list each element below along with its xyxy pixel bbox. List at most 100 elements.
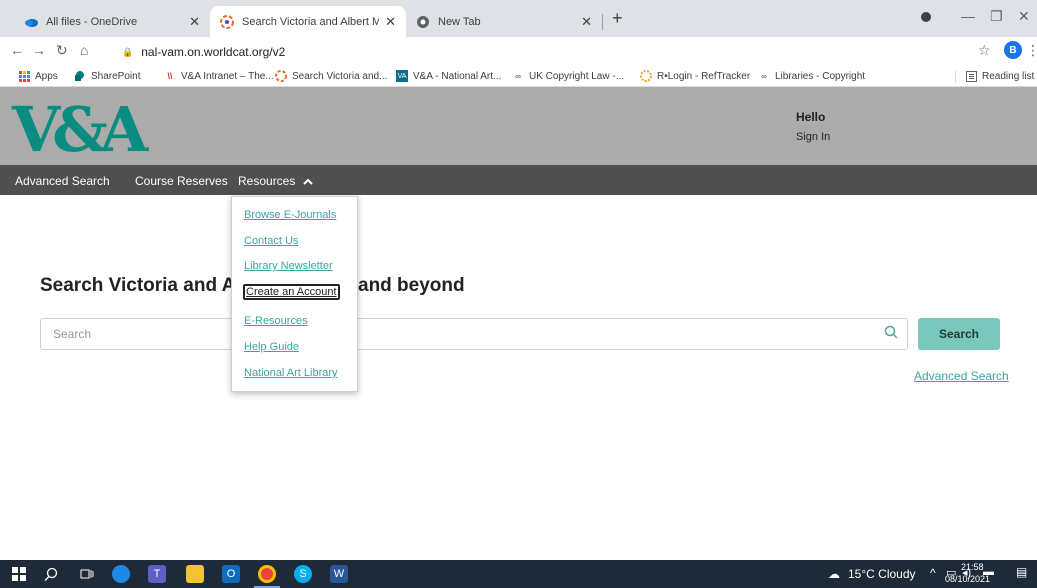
minimize-icon[interactable]: —	[961, 8, 975, 24]
sharepoint-icon	[74, 70, 86, 82]
va-intranet-icon: \\	[167, 71, 173, 81]
search-icon[interactable]	[884, 325, 898, 344]
bookmarks-separator	[955, 70, 956, 83]
file-explorer-icon[interactable]	[186, 565, 204, 583]
link-icon: ∞	[515, 71, 521, 81]
reftracker-icon	[640, 70, 652, 82]
new-tab-plus-icon[interactable]: +	[612, 8, 623, 29]
menu-item-national-art-library[interactable]: National Art Library	[244, 367, 338, 379]
tab-title: All files - OneDrive	[46, 15, 138, 28]
bookmark-label: Search Victoria and...	[292, 70, 388, 82]
bookmark-apps[interactable]: Apps	[18, 70, 58, 82]
apps-grid-icon	[18, 70, 30, 82]
word-icon[interactable]: W	[330, 565, 348, 583]
site-header: V&A Hello Sign In	[0, 87, 1037, 165]
tab-separator	[602, 14, 603, 30]
chrome-icon	[416, 15, 430, 29]
close-tab-icon[interactable]: ✕	[189, 14, 200, 30]
restore-icon[interactable]: ❐	[990, 8, 1003, 25]
teams-icon[interactable]: T	[148, 565, 166, 583]
bookmark-label: UK Copyright Law -...	[529, 70, 625, 82]
bookmarks-bar: Apps SharePoint \\ V&A Intranet – The...…	[0, 66, 1037, 87]
notifications-icon[interactable]: ▤	[1016, 565, 1027, 579]
address-bar[interactable]: 🔒 nal-vam.on.worldcat.org/v2	[122, 41, 962, 63]
va-logo[interactable]: V&A	[12, 95, 148, 165]
reading-list-button[interactable]: Reading list	[965, 70, 1034, 82]
worldcat-icon	[275, 70, 287, 82]
bookmark-label: Apps	[35, 70, 58, 82]
nav-course-reserves[interactable]: Course Reserves	[135, 174, 228, 188]
menu-item-browse-e-journals[interactable]: Browse E-Journals	[244, 209, 336, 221]
bookmark-label: Libraries - Copyright	[775, 70, 866, 82]
nav-advanced-search[interactable]: Advanced Search	[15, 174, 110, 188]
bookmark-star-icon[interactable]: ☆	[978, 42, 991, 59]
onedrive-icon	[24, 15, 38, 29]
tab-search-va[interactable]: Search Victoria and Albert Muse ✕	[210, 6, 406, 37]
main-nav: Advanced Search Course Reserves Resource…	[0, 165, 1037, 195]
search-input[interactable]	[41, 319, 861, 349]
bookmark-label: SharePoint	[91, 70, 141, 82]
extensions-icon[interactable]	[920, 10, 932, 26]
page-heading-end: and beyond	[358, 275, 465, 296]
nav-resources-label: Resources	[238, 174, 296, 188]
tray-chevron-up-icon[interactable]: ^	[930, 566, 936, 580]
clock-time[interactable]: 21:58	[961, 562, 984, 572]
windows-start-icon[interactable]	[10, 565, 28, 583]
close-tab-icon[interactable]: ✕	[385, 14, 396, 30]
resources-dropdown-menu: Browse E-Journals Contact Us Library New…	[231, 196, 358, 392]
reload-icon[interactable]: ↻	[56, 42, 68, 59]
chrome-taskbar-icon[interactable]	[258, 565, 276, 583]
reading-list-icon	[965, 70, 977, 82]
forward-icon[interactable]: →	[32, 42, 46, 58]
sign-in-link[interactable]: Sign In	[796, 131, 830, 143]
profile-avatar[interactable]: B	[1004, 41, 1022, 59]
url-text: nal-vam.on.worldcat.org/v2	[141, 45, 286, 59]
bookmark-va-nal[interactable]: VA V&A - National Art...	[396, 70, 501, 82]
task-view-icon[interactable]	[78, 565, 96, 583]
outlook-icon[interactable]: O	[222, 565, 240, 583]
close-tab-icon[interactable]: ✕	[581, 14, 592, 30]
menu-item-library-newsletter[interactable]: Library Newsletter	[244, 260, 333, 272]
page-heading-start: Search Victoria and Al	[40, 275, 241, 296]
bookmark-label: R•Login - RefTracker	[657, 70, 751, 82]
bookmark-label: V&A - National Art...	[413, 70, 502, 82]
bookmark-va-intranet[interactable]: \\ V&A Intranet – The...	[164, 70, 274, 82]
skype-icon[interactable]: S	[294, 565, 312, 583]
taskbar-search-icon[interactable]	[42, 565, 60, 583]
edge-icon[interactable]	[112, 565, 130, 583]
greeting-text: Hello	[796, 110, 826, 124]
windows-taskbar: T O S W ☁ 15°C Cloudy ^ ▭ ◂) ▬ 21:58 08/…	[0, 560, 1037, 588]
bookmark-search-va[interactable]: Search Victoria and...	[275, 70, 387, 82]
browser-tab-strip: All files - OneDrive ✕ Search Victoria a…	[0, 0, 1037, 37]
menu-kebab-icon[interactable]: ⋮	[1026, 42, 1037, 59]
weather-text[interactable]: 15°C Cloudy	[848, 567, 916, 581]
close-window-icon[interactable]: ✕	[1018, 8, 1030, 25]
search-button[interactable]: Search	[918, 318, 1000, 350]
tab-title: New Tab	[438, 15, 481, 28]
menu-item-e-resources[interactable]: E-Resources	[244, 315, 308, 327]
browser-toolbar: ← → ↻ ⌂ 🔒 nal-vam.on.worldcat.org/v2 ☆ B…	[0, 37, 1037, 66]
lock-icon: 🔒	[122, 46, 134, 57]
home-icon[interactable]: ⌂	[80, 42, 88, 58]
advanced-search-link[interactable]: Advanced Search	[914, 369, 1009, 383]
tab-title: Search Victoria and Albert Muse	[242, 15, 380, 28]
link-icon: ∞	[761, 71, 767, 81]
tab-onedrive[interactable]: All files - OneDrive ✕	[14, 6, 210, 37]
search-field[interactable]	[40, 318, 908, 350]
bookmark-uk-copyright[interactable]: ∞ UK Copyright Law -...	[512, 70, 624, 82]
menu-item-help-guide[interactable]: Help Guide	[244, 341, 299, 353]
worldcat-icon	[220, 14, 234, 29]
bookmark-sharepoint[interactable]: SharePoint	[74, 70, 140, 82]
tab-new-tab[interactable]: New Tab ✕	[406, 6, 602, 37]
nav-resources[interactable]: Resources	[238, 174, 313, 188]
back-icon[interactable]: ←	[10, 42, 24, 58]
bookmark-reftracker[interactable]: R•Login - RefTracker	[640, 70, 750, 82]
chevron-up-icon	[302, 174, 313, 188]
bookmark-libraries-copyright[interactable]: ∞ Libraries - Copyright	[758, 70, 865, 82]
cloud-icon: ☁	[828, 567, 840, 581]
clock-date[interactable]: 08/10/2021	[945, 574, 990, 584]
bookmark-label: V&A Intranet – The...	[181, 70, 274, 82]
menu-item-create-an-account[interactable]: Create an Account	[243, 284, 340, 300]
va-nal-icon: VA	[396, 70, 408, 82]
menu-item-contact-us[interactable]: Contact Us	[244, 235, 298, 247]
